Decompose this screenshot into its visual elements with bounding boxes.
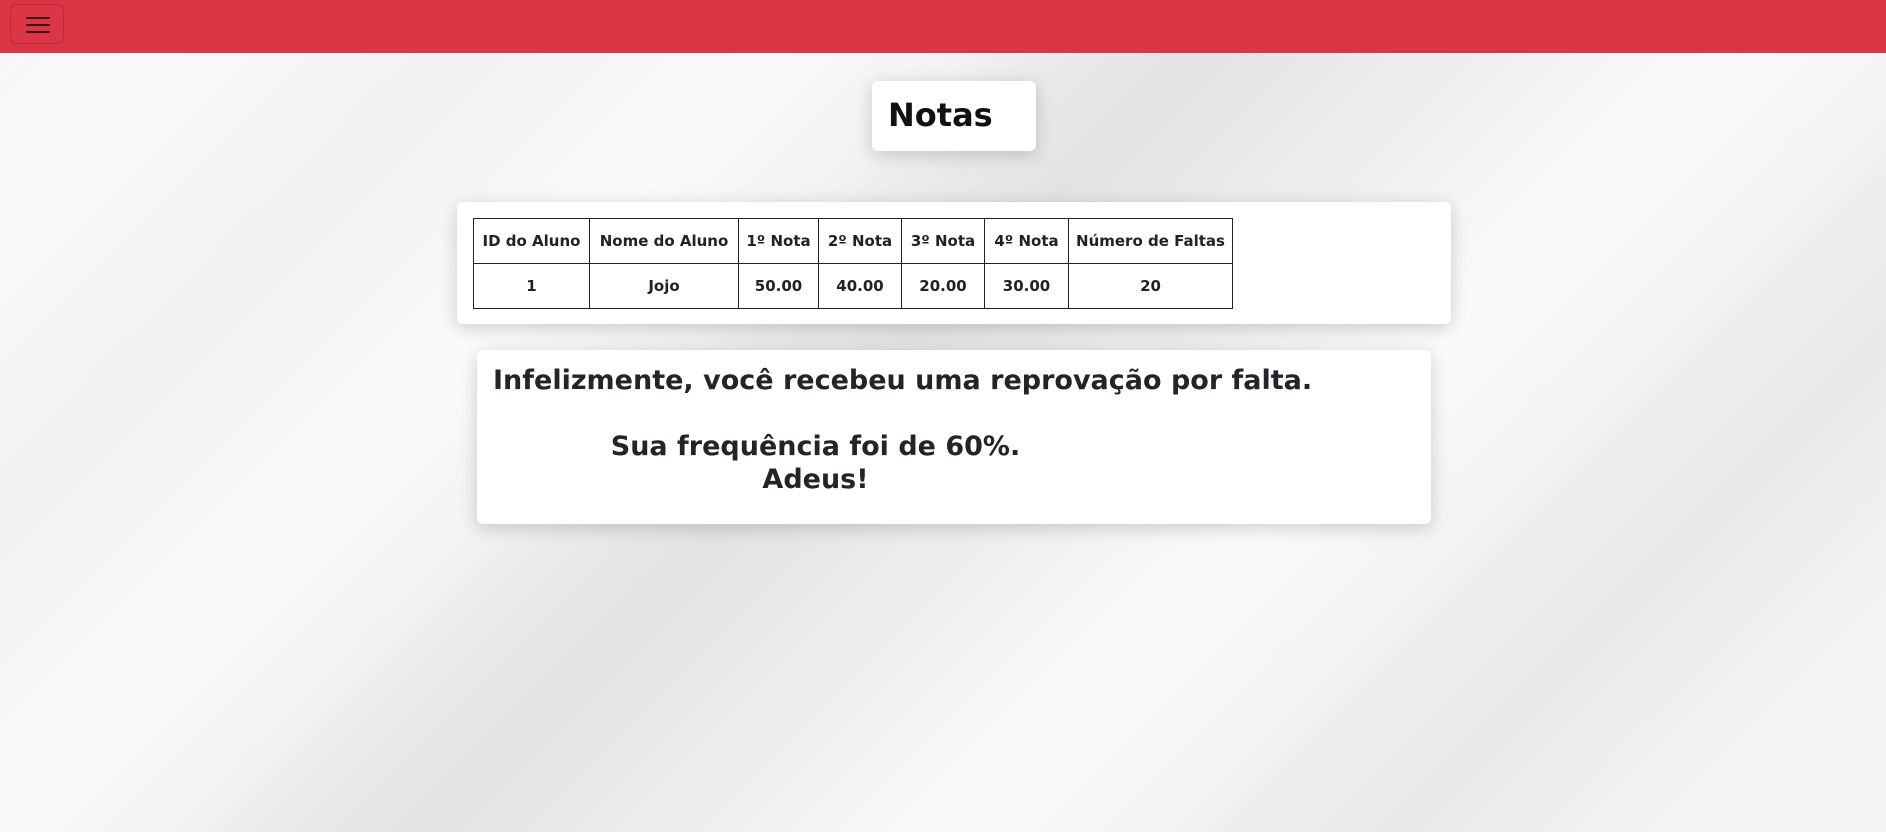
cell-grade-3: 20.00 <box>901 263 985 309</box>
page-title: Notas <box>888 96 993 134</box>
failure-message: Infelizmente, você recebeu uma reprovaçã… <box>493 365 1313 396</box>
result-message-card: Infelizmente, você recebeu uma reprovaçã… <box>477 350 1431 524</box>
header-grade-3: 3º Nota <box>901 218 985 264</box>
farewell-text: Adeus! <box>762 464 869 495</box>
grades-table: ID do Aluno Nome do Aluno 1º Nota 2º Not… <box>473 218 1233 309</box>
attendance-text: Sua frequência foi de 60%. <box>610 431 1021 462</box>
cell-grade-1: 50.00 <box>738 263 819 309</box>
cell-absences: 20 <box>1068 263 1233 309</box>
header-student-id: ID do Aluno <box>473 218 590 264</box>
cell-student-name: Jojo <box>589 263 739 309</box>
menu-toggle-button[interactable] <box>10 4 64 44</box>
cell-student-id: 1 <box>473 263 590 309</box>
cell-grade-4: 30.00 <box>984 263 1069 309</box>
attendance-message: Sua frequência foi de 60%. Adeus! <box>493 430 1138 496</box>
top-navbar <box>0 0 1886 53</box>
table-header-row: ID do Aluno Nome do Aluno 1º Nota 2º Not… <box>473 218 1233 264</box>
title-card: Notas <box>872 81 1036 151</box>
header-student-name: Nome do Aluno <box>589 218 739 264</box>
table-row: 1 Jojo 50.00 40.00 20.00 30.00 20 <box>473 263 1233 309</box>
header-grade-4: 4º Nota <box>984 218 1069 264</box>
header-grade-2: 2º Nota <box>818 218 902 264</box>
grades-card: ID do Aluno Nome do Aluno 1º Nota 2º Not… <box>457 202 1451 324</box>
cell-grade-2: 40.00 <box>818 263 902 309</box>
header-grade-1: 1º Nota <box>738 218 819 264</box>
header-absences: Número de Faltas <box>1068 218 1233 264</box>
